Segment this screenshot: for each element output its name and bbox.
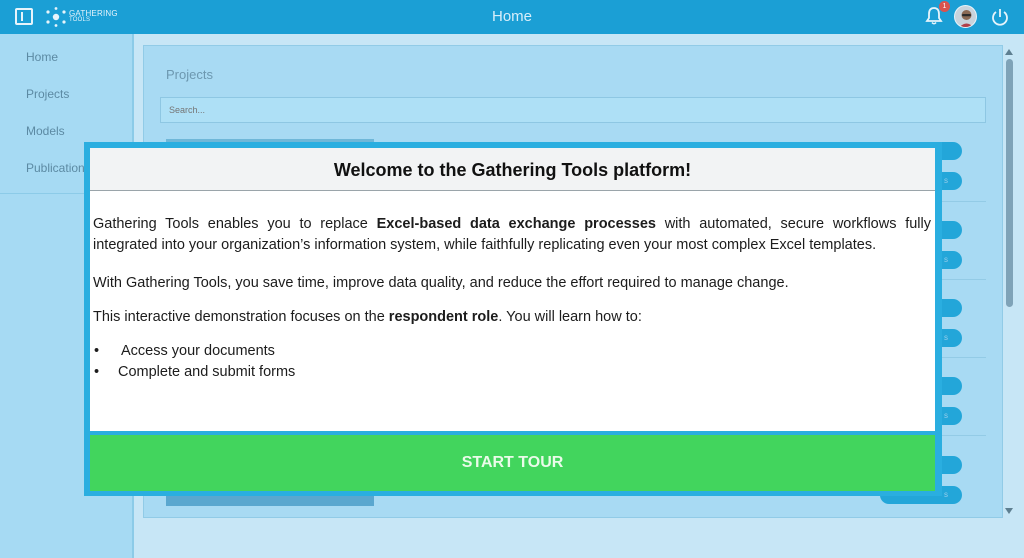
welcome-modal: Welcome to the Gathering Tools platform!…	[84, 142, 942, 496]
project-thumbnail	[166, 496, 374, 506]
modal-header: Welcome to the Gathering Tools platform!	[90, 148, 935, 191]
learning-list: Access your documents Complete and submi…	[93, 341, 931, 383]
demo-text-continued: . You will learn how to:	[498, 309, 642, 325]
intro-text: Gathering Tools enables you to replace	[93, 216, 377, 232]
scroll-up-icon[interactable]	[1005, 49, 1013, 55]
sidebar-item-projects[interactable]: Projects	[0, 76, 132, 113]
section-title: Projects	[166, 67, 213, 82]
list-item: Complete and submit forms	[93, 362, 931, 383]
list-item: Access your documents	[93, 341, 931, 362]
intro-paragraph: Gathering Tools enables you to replace E…	[93, 214, 931, 256]
intro-emphasis: Excel-based data exchange processes	[376, 216, 656, 232]
demo-emphasis: respondent role	[388, 309, 499, 325]
scrollbar-thumb[interactable]	[1006, 59, 1013, 307]
demo-paragraph: This interactive demonstration focuses o…	[93, 307, 931, 328]
modal-body: Gathering Tools enables you to replace E…	[90, 191, 935, 431]
scroll-down-icon[interactable]	[1005, 508, 1013, 514]
list-item-text: Access your documents	[121, 343, 275, 359]
page-title: Home	[491, 8, 532, 25]
power-icon[interactable]	[990, 7, 1010, 27]
top-bar: GATHERING TOOLS Home 1	[0, 0, 1024, 34]
sidebar-item-home[interactable]: Home	[0, 39, 132, 76]
start-tour-button[interactable]: START TOUR	[90, 435, 935, 491]
notification-badge: 1	[939, 1, 950, 12]
search-input[interactable]	[160, 97, 986, 123]
demo-text: This interactive demonstration focuses o…	[93, 309, 389, 325]
scrollbar[interactable]	[1003, 45, 1019, 518]
modal-title: Welcome to the Gathering Tools platform!	[333, 160, 692, 180]
list-item-text: Complete and submit forms	[118, 364, 296, 380]
user-avatar[interactable]	[954, 5, 977, 28]
benefits-paragraph: With Gathering Tools, you save time, imp…	[93, 275, 789, 291]
